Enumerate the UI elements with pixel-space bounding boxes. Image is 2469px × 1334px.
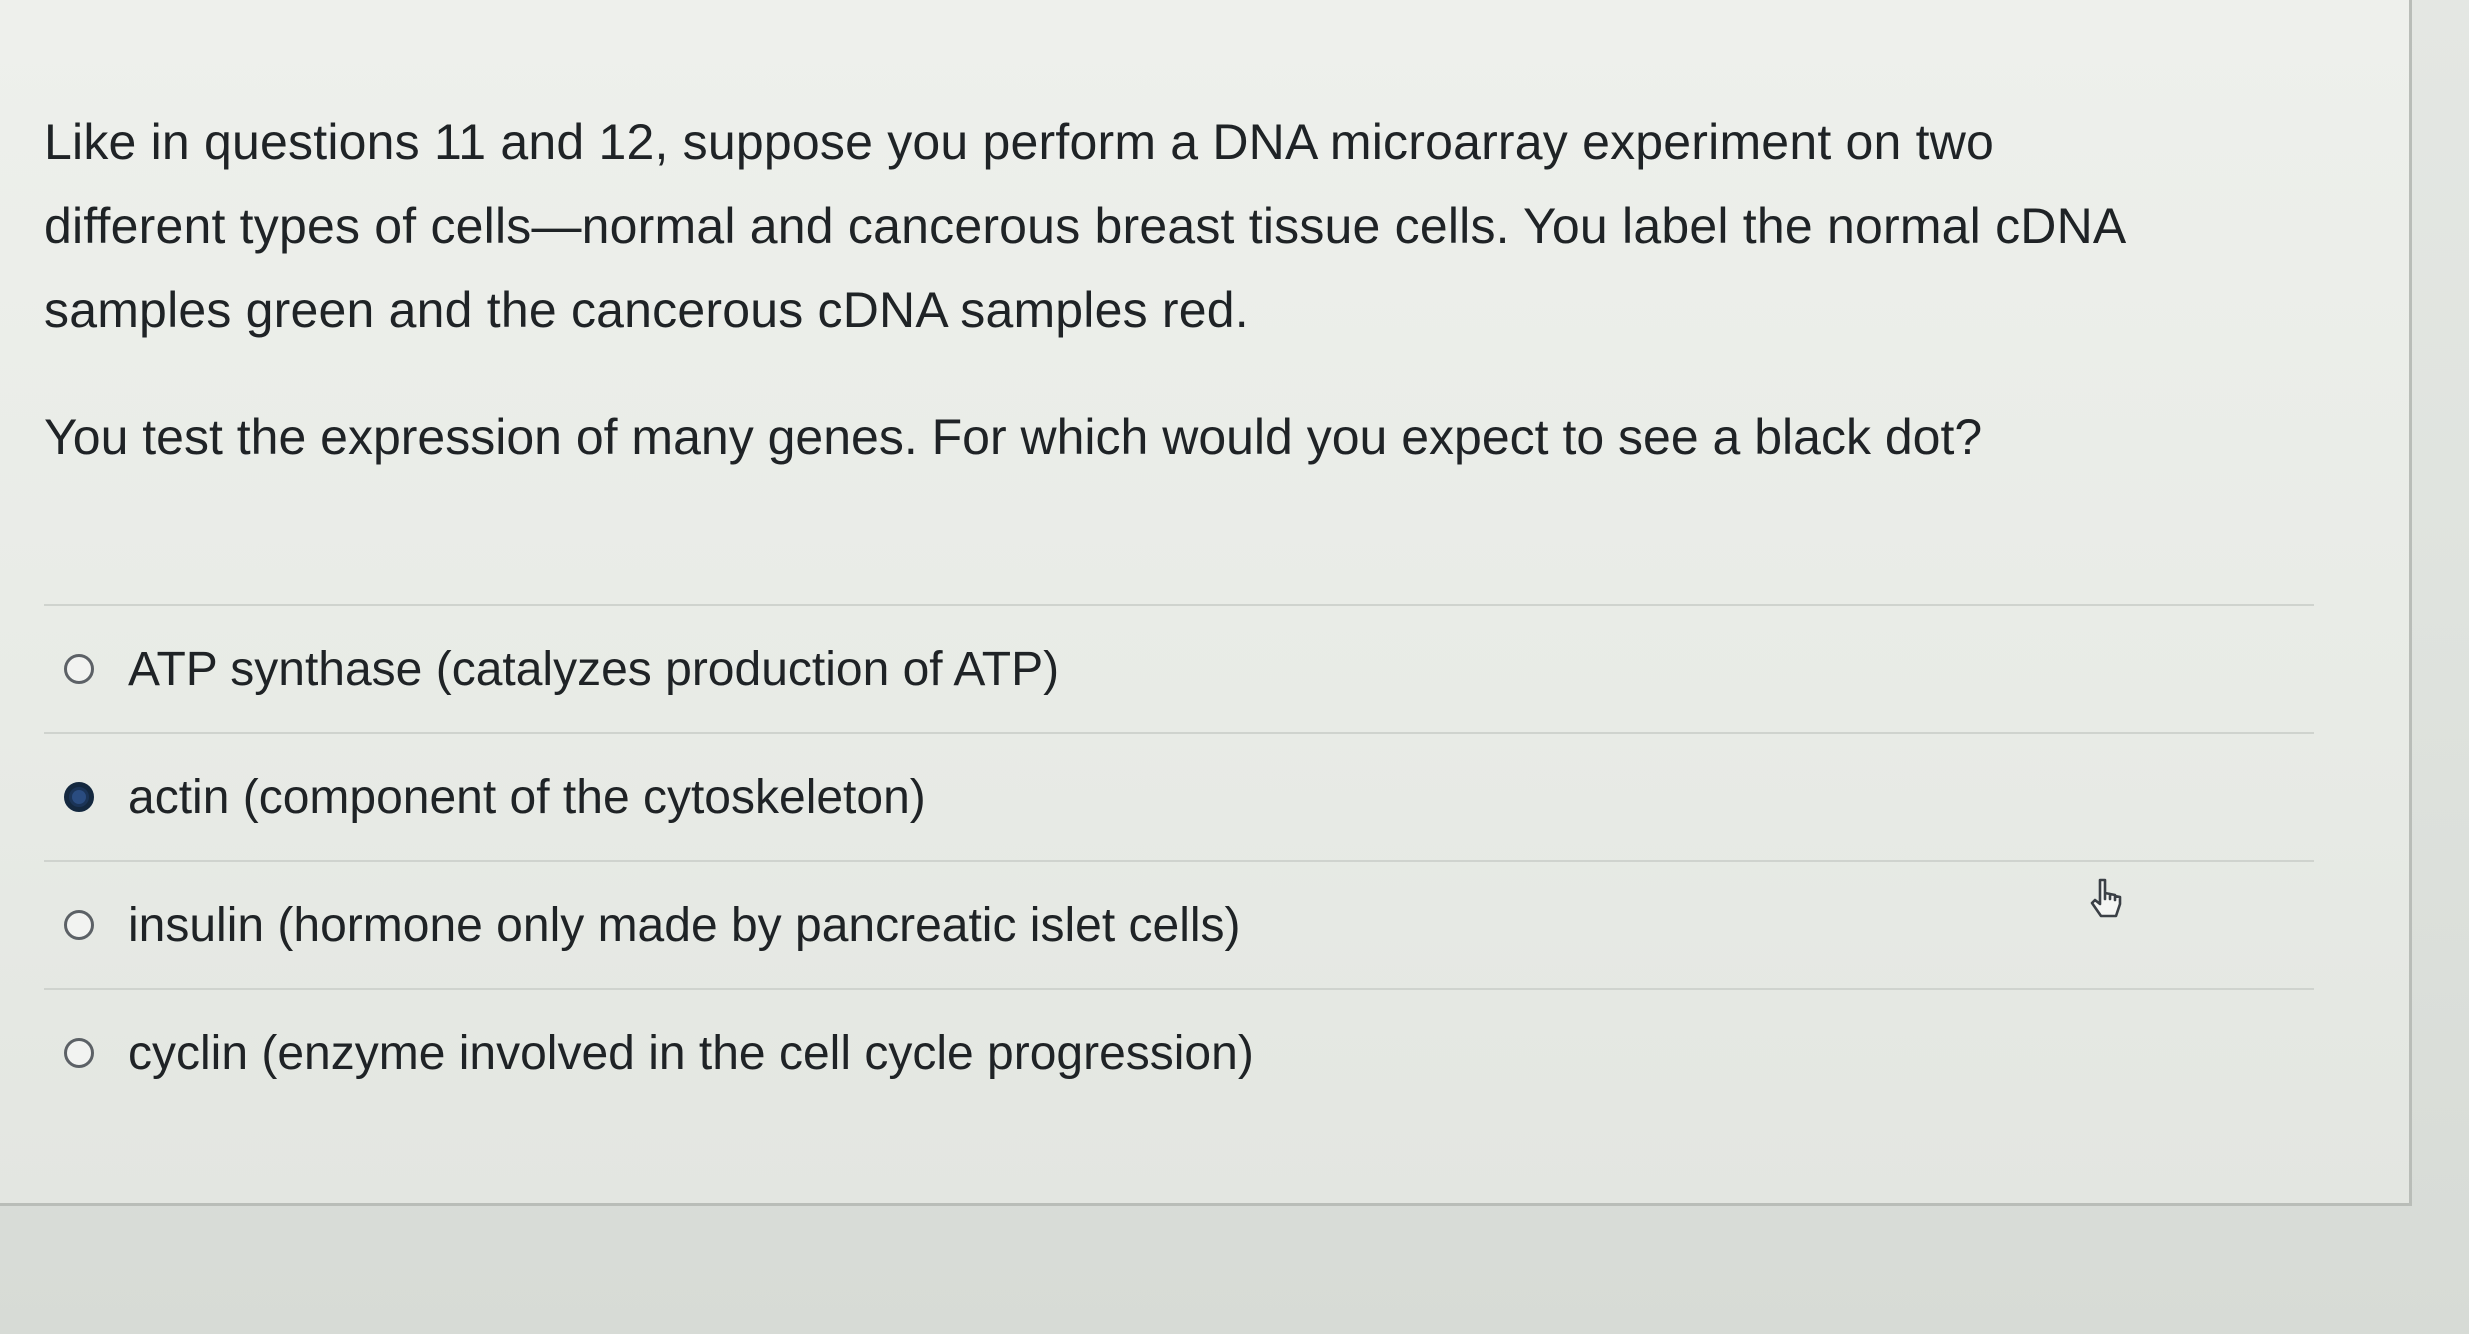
answer-label[interactable]: cyclin (enzyme involved in the cell cycl… [128,1026,1254,1081]
answer-label[interactable]: ATP synthase (catalyzes production of AT… [128,642,1059,697]
answer-option-insulin[interactable]: insulin (hormone only made by pancreatic… [44,862,2314,988]
answer-label[interactable]: actin (component of the cytoskeleton) [128,770,926,825]
answer-label[interactable]: insulin (hormone only made by pancreatic… [128,898,1241,953]
answer-option-actin[interactable]: actin (component of the cytoskeleton) [44,734,2314,860]
answer-list: ATP synthase (catalyzes production of AT… [44,604,2314,1116]
question-text: You test the expression of many genes. F… [44,409,1983,465]
answer-option-cyclin[interactable]: cyclin (enzyme involved in the cell cycl… [44,990,2314,1116]
radio-button[interactable] [64,1038,94,1068]
question-prompt: Like in questions 11 and 12, suppose you… [44,100,2344,352]
prompt-line: different types of cells—normal and canc… [44,198,2127,254]
radio-button-selected[interactable] [64,782,94,812]
prompt-line: Like in questions 11 and 12, suppose you… [44,114,1995,170]
question-card: Like in questions 11 and 12, suppose you… [0,0,2412,1206]
prompt-line: samples green and the cancerous cDNA sam… [44,282,1249,338]
radio-button[interactable] [64,654,94,684]
answer-option-atp-synthase[interactable]: ATP synthase (catalyzes production of AT… [44,606,2314,732]
pointer-cursor-icon [2090,878,2122,918]
radio-button[interactable] [64,910,94,940]
